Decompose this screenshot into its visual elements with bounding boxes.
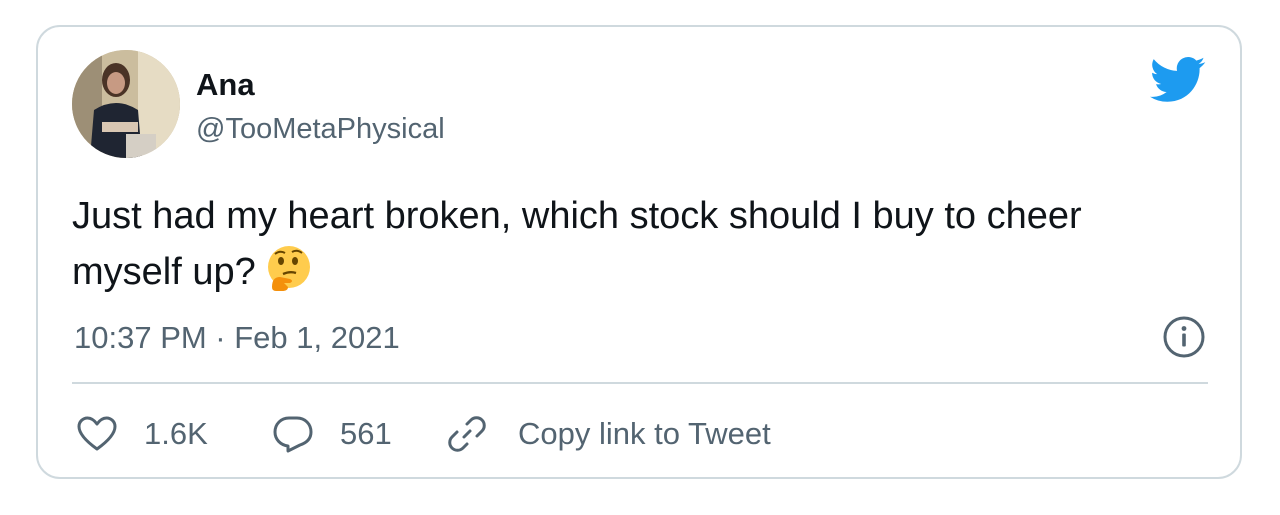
avatar[interactable]	[72, 50, 180, 158]
tweet-text: Just had my heart broken, which stock sh…	[72, 188, 1192, 300]
like-button[interactable]: 1.6K	[76, 412, 208, 456]
like-count: 1.6K	[144, 416, 208, 451]
thinking-face-emoji	[264, 243, 314, 293]
heart-icon	[76, 415, 118, 453]
reply-button[interactable]: 561	[272, 412, 392, 456]
reply-count: 561	[340, 416, 392, 451]
author-name[interactable]: Ana	[196, 66, 255, 104]
reply-icon	[272, 414, 314, 454]
link-icon	[446, 413, 488, 455]
divider	[72, 382, 1208, 384]
copy-link-button[interactable]: Copy link to Tweet	[446, 412, 771, 456]
twitter-bird-icon[interactable]	[1150, 56, 1206, 104]
tweet-timestamp[interactable]: 10:37 PM · Feb 1, 2021	[74, 318, 400, 358]
tweet-text-content: Just had my heart broken, which stock sh…	[72, 195, 1082, 293]
copy-link-label: Copy link to Tweet	[518, 416, 771, 451]
author-handle[interactable]: @TooMetaPhysical	[196, 110, 445, 148]
info-icon[interactable]	[1162, 315, 1206, 359]
